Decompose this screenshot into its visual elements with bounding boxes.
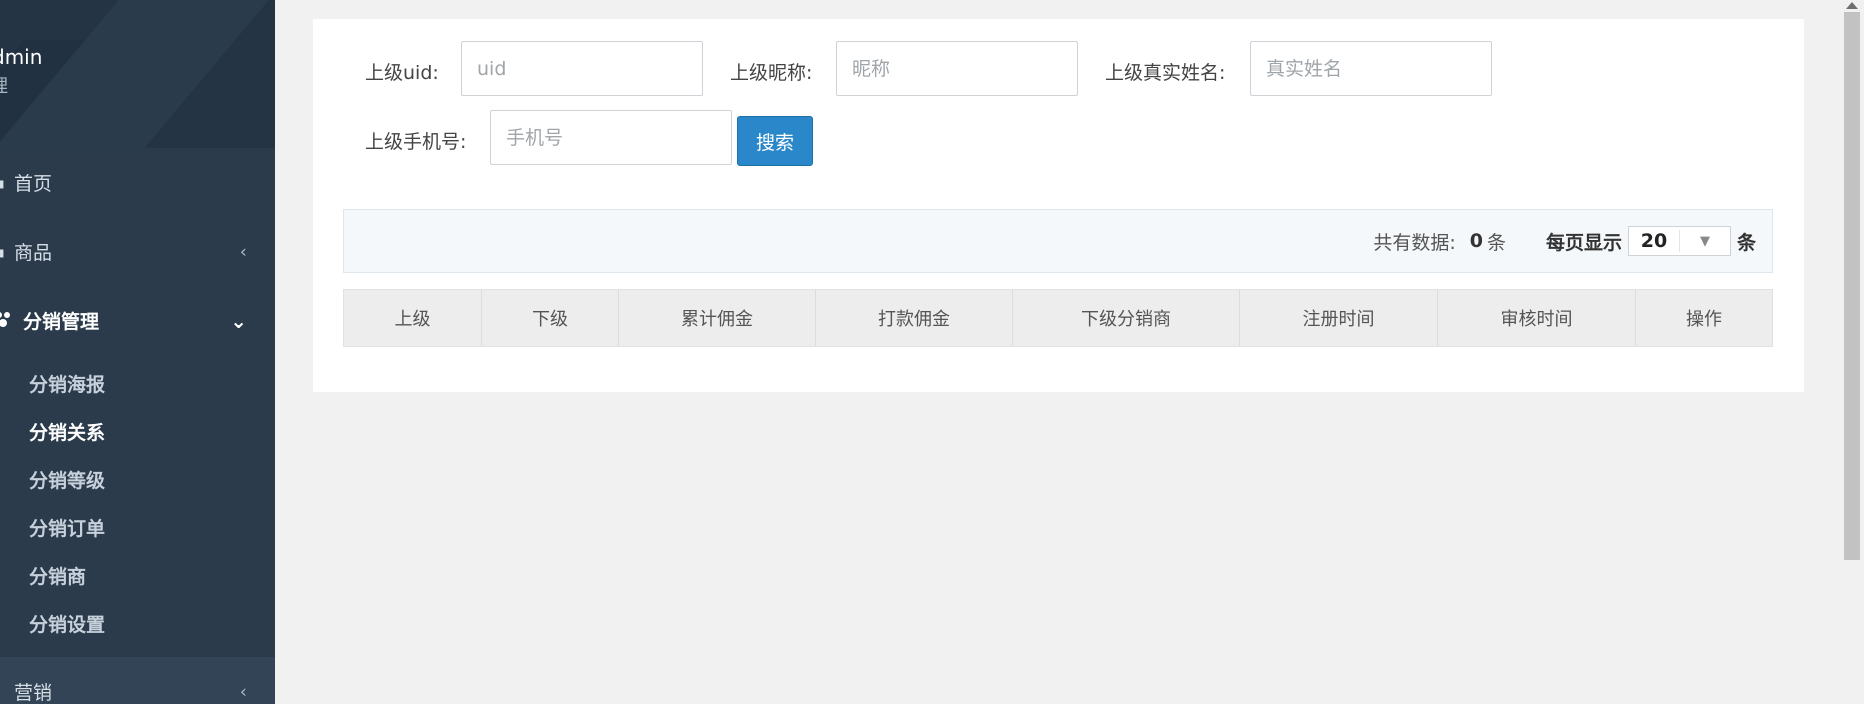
- total-unit: 条: [1486, 231, 1506, 254]
- goods-icon: ▪: [0, 242, 5, 261]
- per-page-label: 每页显示: [1545, 231, 1622, 254]
- sidebar-item-distribution-level[interactable]: 分销等级: [0, 455, 275, 503]
- user-role: 理: [0, 72, 8, 98]
- user-name: dmin: [0, 45, 43, 69]
- sidebar-menu: ▪ 首页 ▪ 商品 ‹ 分销管理 ⌄ 分销海报 分销关系 分销等级 分销订单 分…: [0, 148, 275, 704]
- per-page-unit: 条: [1736, 231, 1756, 254]
- pagination-info-bar: 共有数据: 0 条 每页显示 20 ▼ 条: [343, 209, 1773, 273]
- dropdown-arrow-icon: ▼: [1699, 233, 1710, 249]
- sidebar-item-label: 商品: [14, 242, 53, 264]
- sidebar-item-distribution-poster[interactable]: 分销海报: [0, 359, 275, 407]
- column-header-sub-distributors: 下级分销商: [1013, 290, 1240, 346]
- scroll-up-icon[interactable]: [1846, 2, 1858, 9]
- phone-label: 上级手机号:: [365, 131, 467, 153]
- pagination-info: 共有数据: 0 条 每页显示 20 ▼ 条: [1373, 210, 1756, 272]
- chevron-down-icon: ⌄: [230, 308, 247, 333]
- sidebar-item-goods[interactable]: ▪ 商品 ‹: [0, 217, 275, 286]
- sidebar-item-distributor[interactable]: 分销商: [0, 551, 275, 599]
- realname-label: 上级真实姓名:: [1105, 62, 1226, 84]
- column-header-actions: 操作: [1686, 309, 1722, 330]
- per-page-value: 20: [1629, 230, 1680, 252]
- home-icon: ▪: [0, 173, 5, 192]
- user-profile: dmin 理: [0, 0, 275, 148]
- column-header-register-time: 注册时间: [1240, 290, 1438, 346]
- sidebar-item-distribution-settings[interactable]: 分销设置: [0, 599, 275, 647]
- realname-input[interactable]: [1250, 41, 1492, 96]
- uid-input[interactable]: [461, 41, 703, 96]
- nickname-input[interactable]: [836, 41, 1078, 96]
- column-header-total-commission: 累计佣金: [619, 290, 816, 346]
- chevron-left-icon: ‹: [239, 681, 247, 702]
- vertical-scrollbar[interactable]: [1840, 0, 1864, 704]
- phone-input[interactable]: [490, 110, 732, 165]
- sidebar-item-label: 分销管理: [23, 311, 100, 333]
- sidebar-item-label: 首页: [14, 173, 53, 195]
- sidebar-item-distribution-relation[interactable]: 分销关系: [0, 407, 275, 455]
- sidebar-item-distribution-order[interactable]: 分销订单: [0, 503, 275, 551]
- sidebar-item-home[interactable]: ▪ 首页: [0, 148, 275, 217]
- nickname-label: 上级昵称:: [730, 62, 813, 84]
- chevron-left-icon: ‹: [239, 241, 247, 262]
- content-panel: 上级uid: 上级昵称: 上级真实姓名: 上级手机号: 搜索 共有数据: 0 条…: [313, 19, 1804, 392]
- column-header-parent: 上级: [344, 290, 482, 346]
- sidebar-item-marketing[interactable]: 营销 ‹: [0, 657, 275, 704]
- data-table-header: 上级 下级 累计佣金 打款佣金 下级分销商 注册时间 审核时间 操作: [343, 289, 1773, 347]
- per-page-select[interactable]: 20 ▼: [1627, 226, 1731, 256]
- column-header-review-time: 审核时间: [1438, 290, 1636, 346]
- distribution-submenu: 分销海报 分销关系 分销等级 分销订单 分销商 分销设置: [0, 355, 275, 657]
- uid-label: 上级uid:: [365, 62, 439, 84]
- total-label: 共有数据:: [1373, 231, 1456, 254]
- distribution-icon: [0, 310, 12, 332]
- total-count: 0: [1469, 230, 1483, 252]
- scrollbar-thumb[interactable]: [1844, 12, 1860, 560]
- sidebar-item-distribution[interactable]: 分销管理 ⌄: [0, 286, 275, 355]
- sidebar: dmin 理 ▪ 首页 ▪ 商品 ‹ 分销管理 ⌄ 分销海报 分销关系 分销等级…: [0, 0, 275, 704]
- search-button[interactable]: 搜索: [737, 116, 813, 166]
- column-header-paid-commission: 打款佣金: [816, 290, 1013, 346]
- sidebar-item-label: 营销: [14, 682, 53, 704]
- column-header-child: 下级: [482, 290, 619, 346]
